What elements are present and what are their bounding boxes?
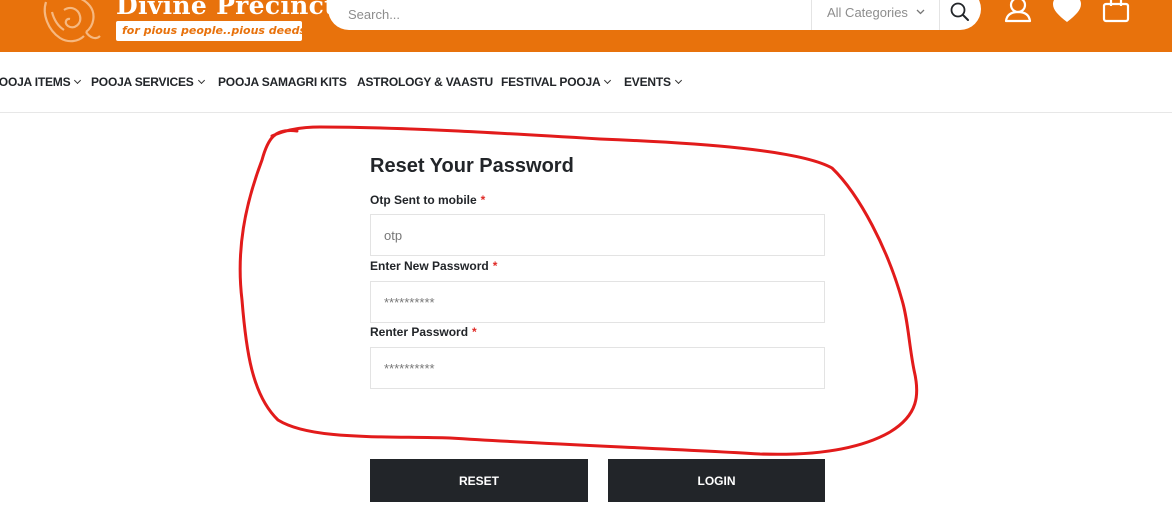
required-marker: *: [480, 193, 486, 207]
nav-item-label: POOJA SAMAGRI KITS: [218, 75, 347, 89]
cart-icon[interactable]: [1101, 0, 1131, 26]
reset-button[interactable]: RESET: [370, 459, 588, 502]
search-input[interactable]: [348, 2, 788, 26]
confirm-password-input[interactable]: [370, 347, 825, 389]
nav-item-label: EVENTS: [624, 75, 671, 89]
nav-item-pooja-samagri-kits[interactable]: POOJA SAMAGRI KITS: [218, 75, 347, 89]
login-button[interactable]: LOGIN: [608, 459, 825, 502]
chevron-down-icon: [674, 76, 682, 85]
nav-item-astrology-vaastu[interactable]: ASTROLOGY & VAASTU: [357, 75, 493, 89]
confirm-password-label-text: Renter Password: [370, 325, 469, 339]
otp-input[interactable]: [370, 214, 825, 256]
nav-item-label: ASTROLOGY & VAASTU: [357, 75, 493, 89]
main-nav: POOJA ITEMS POOJA SERVICES POOJA SAMAGRI…: [0, 52, 1172, 113]
new-password-label: Enter New Password *: [370, 259, 497, 273]
user-icon[interactable]: [1003, 0, 1033, 26]
search-divider: [939, 0, 940, 30]
nav-item-label: POOJA ITEMS: [0, 75, 71, 89]
confirm-password-label: Renter Password *: [370, 325, 477, 339]
nav-item-pooja-services[interactable]: POOJA SERVICES: [91, 75, 205, 89]
required-marker: *: [492, 259, 498, 273]
chevron-down-icon: [197, 76, 205, 85]
nav-item-label: POOJA SERVICES: [91, 75, 194, 89]
logo-title[interactable]: Divine Precincts: [116, 0, 350, 20]
chevron-down-icon: [74, 76, 82, 85]
form-title: Reset Your Password: [370, 155, 574, 177]
nav-item-pooja-items[interactable]: POOJA ITEMS: [0, 75, 82, 89]
otp-label-text: Otp Sent to mobile: [370, 193, 477, 207]
logo-tagline: for pious people..pious deeds: [122, 24, 306, 37]
logo-tagline-badge: for pious people..pious deeds: [116, 21, 306, 41]
search-icon[interactable]: [948, 1, 972, 23]
site-header: Divine Precincts for pious people..pious…: [0, 0, 1172, 52]
category-select-label: All Categories: [827, 4, 908, 20]
chevron-down-icon: [604, 76, 612, 85]
nav-item-label: FESTIVAL POOJA: [501, 75, 601, 89]
nav-item-festival-pooja[interactable]: FESTIVAL POOJA: [501, 75, 612, 89]
ganesha-logo-icon[interactable]: [38, 0, 104, 46]
heart-icon[interactable]: [1052, 0, 1082, 26]
required-marker: *: [472, 325, 477, 339]
search-bar: All Categories: [328, 0, 981, 30]
otp-label: Otp Sent to mobile *: [370, 193, 485, 207]
new-password-label-text: Enter New Password: [370, 259, 489, 273]
nav-item-events[interactable]: EVENTS: [624, 75, 682, 89]
new-password-input[interactable]: [370, 281, 825, 323]
search-divider: [811, 0, 812, 30]
chevron-down-icon: [916, 9, 925, 15]
category-select[interactable]: All Categories: [827, 2, 925, 22]
